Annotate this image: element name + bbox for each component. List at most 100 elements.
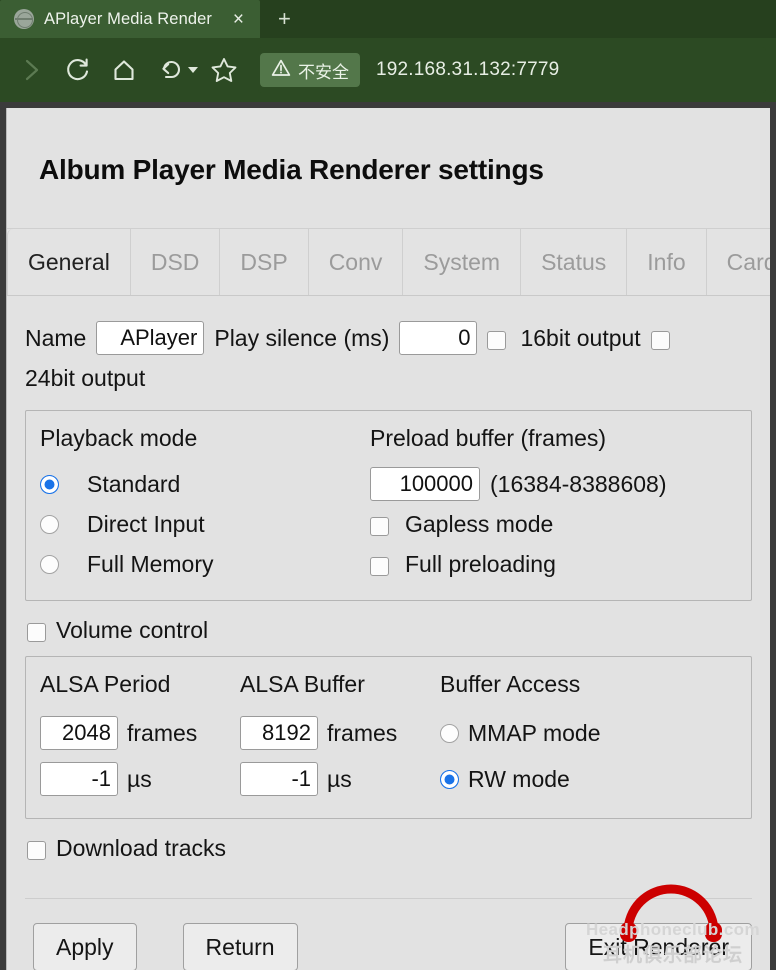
alsa-buffer-frames-input[interactable] [240, 716, 318, 750]
16bit-output-label: 16bit output [520, 325, 641, 351]
playback-option-direct-input[interactable]: Direct Input [40, 504, 370, 544]
web-page: Album Player Media Renderer settings Gen… [6, 108, 770, 970]
general-settings-form: Name Play silence (ms) 16bit output 24bi… [7, 296, 770, 899]
volume-control-checkbox[interactable] [27, 623, 46, 642]
playback-mode-heading: Playback mode [40, 425, 198, 451]
playback-option-standard[interactable]: Standard [40, 464, 370, 504]
action-button-bar: Apply Return Exit Renderer [7, 899, 770, 970]
browser-tab-strip: APlayer Media Render × + [0, 0, 776, 38]
forward-button[interactable] [10, 48, 54, 92]
home-icon [110, 56, 138, 84]
reload-icon [64, 56, 92, 84]
address-bar[interactable]: 不安全 192.168.31.132:7779 [258, 47, 766, 93]
top-settings-row: Name Play silence (ms) 16bit output 24bi… [25, 318, 752, 398]
alsa-buffer-frames-row: frames [240, 710, 440, 756]
star-icon [209, 55, 239, 85]
play-silence-input[interactable] [399, 321, 478, 355]
settings-tab-bar: General DSD DSP Conv System Status Info … [7, 228, 770, 296]
name-label: Name [25, 325, 87, 351]
download-tracks-checkbox[interactable] [27, 841, 46, 860]
gapless-mode-label: Gapless mode [405, 510, 554, 537]
playback-option-full-memory[interactable]: Full Memory [40, 544, 370, 584]
playback-mode-column: Playback mode Standard Direct Input Full… [40, 425, 370, 584]
history-button[interactable] [148, 48, 192, 92]
play-silence-label: Play silence (ms) [214, 325, 390, 351]
volume-control-label: Volume control [56, 617, 209, 643]
reload-button[interactable] [56, 48, 100, 92]
16bit-output-checkbox[interactable] [487, 330, 507, 350]
home-button[interactable] [102, 48, 146, 92]
bookmark-button[interactable] [202, 48, 246, 92]
tab-dsd[interactable]: DSD [130, 229, 221, 295]
preload-buffer-column: Preload buffer (frames) (16384-8388608) … [370, 425, 735, 584]
preload-buffer-range: (16384-8388608) [490, 470, 667, 497]
tab-conv[interactable]: Conv [308, 229, 404, 295]
download-tracks-row[interactable]: Download tracks [27, 835, 752, 862]
preload-buffer-heading: Preload buffer (frames) [370, 425, 607, 451]
browser-toolbar: 不安全 192.168.31.132:7779 [0, 38, 776, 102]
browser-viewport: Album Player Media Renderer settings Gen… [0, 102, 776, 970]
24bit-output-label: 24bit output [25, 365, 146, 391]
alsa-buffer-us-unit: µs [327, 765, 352, 792]
tab-info[interactable]: Info [627, 229, 707, 295]
new-tab-button[interactable]: + [260, 8, 309, 30]
radio-direct-input[interactable] [40, 514, 59, 534]
alsa-group: ALSA Period frames µs ALSA Buffer [25, 656, 752, 819]
alsa-buffer-us-input[interactable] [240, 762, 318, 796]
tab-card[interactable]: Card [706, 229, 770, 295]
tab-general[interactable]: General [7, 229, 131, 295]
return-button[interactable]: Return [182, 923, 298, 970]
browser-window: APlayer Media Render × + 不安全 192.168.31.… [0, 0, 776, 970]
buffer-access-rw-row[interactable]: RW mode [440, 756, 601, 802]
alsa-period-heading: ALSA Period [40, 671, 171, 697]
full-preloading-label: Full preloading [405, 550, 556, 577]
preload-buffer-row: (16384-8388608) [370, 464, 735, 504]
alsa-period-us-input[interactable] [40, 762, 118, 796]
globe-icon [14, 9, 34, 29]
alsa-period-us-row: µs [40, 756, 240, 802]
exit-renderer-button[interactable]: Exit Renderer [565, 923, 752, 970]
url-text[interactable]: 192.168.31.132:7779 [376, 59, 559, 81]
buffer-access-mmap-label: MMAP mode [468, 719, 601, 746]
tab-status[interactable]: Status [521, 229, 628, 295]
radio-rw-mode[interactable] [440, 769, 459, 789]
volume-control-row[interactable]: Volume control [27, 617, 752, 644]
name-input[interactable] [96, 321, 205, 355]
gapless-mode-checkbox[interactable] [370, 516, 389, 536]
browser-tab-title: APlayer Media Render [44, 9, 212, 28]
alsa-buffer-us-row: µs [240, 756, 440, 802]
close-icon[interactable]: × [229, 10, 248, 29]
security-status-label: 不安全 [298, 62, 349, 82]
playback-preload-group: Playback mode Standard Direct Input Full… [25, 410, 752, 601]
playback-option-full-memory-label: Full Memory [87, 550, 214, 577]
alsa-period-frames-row: frames [40, 710, 240, 756]
gapless-mode-row[interactable]: Gapless mode [370, 504, 735, 544]
radio-full-memory[interactable] [40, 554, 59, 574]
alsa-period-frames-input[interactable] [40, 716, 118, 750]
radio-standard[interactable] [40, 474, 59, 494]
alsa-period-us-unit: µs [127, 765, 152, 792]
security-status-badge[interactable]: 不安全 [260, 53, 360, 87]
playback-option-standard-label: Standard [87, 470, 181, 497]
24bit-output-checkbox[interactable] [650, 330, 670, 350]
full-preloading-row[interactable]: Full preloading [370, 544, 735, 584]
alsa-buffer-frames-unit: frames [327, 719, 398, 746]
browser-tab-aplayer[interactable]: APlayer Media Render × [0, 0, 260, 38]
alsa-buffer-heading: ALSA Buffer [240, 671, 365, 697]
buffer-access-rw-label: RW mode [468, 765, 570, 792]
buffer-access-mmap-row[interactable]: MMAP mode [440, 710, 601, 756]
tab-system[interactable]: System [403, 229, 522, 295]
apply-button[interactable]: Apply [33, 923, 137, 970]
undo-arrow-icon [156, 56, 184, 84]
buffer-access-heading: Buffer Access [440, 671, 581, 697]
tab-dsp[interactable]: DSP [220, 229, 309, 295]
page-title: Album Player Media Renderer settings [39, 154, 544, 185]
buffer-access-column: Buffer Access MMAP mode RW mode [440, 671, 601, 802]
chevron-right-icon [19, 57, 45, 83]
alsa-period-frames-unit: frames [127, 719, 198, 746]
preload-buffer-input[interactable] [370, 467, 480, 501]
playback-option-direct-input-label: Direct Input [87, 510, 205, 537]
chevron-down-icon[interactable] [188, 67, 198, 73]
full-preloading-checkbox[interactable] [370, 556, 389, 576]
radio-mmap-mode[interactable] [440, 723, 459, 743]
